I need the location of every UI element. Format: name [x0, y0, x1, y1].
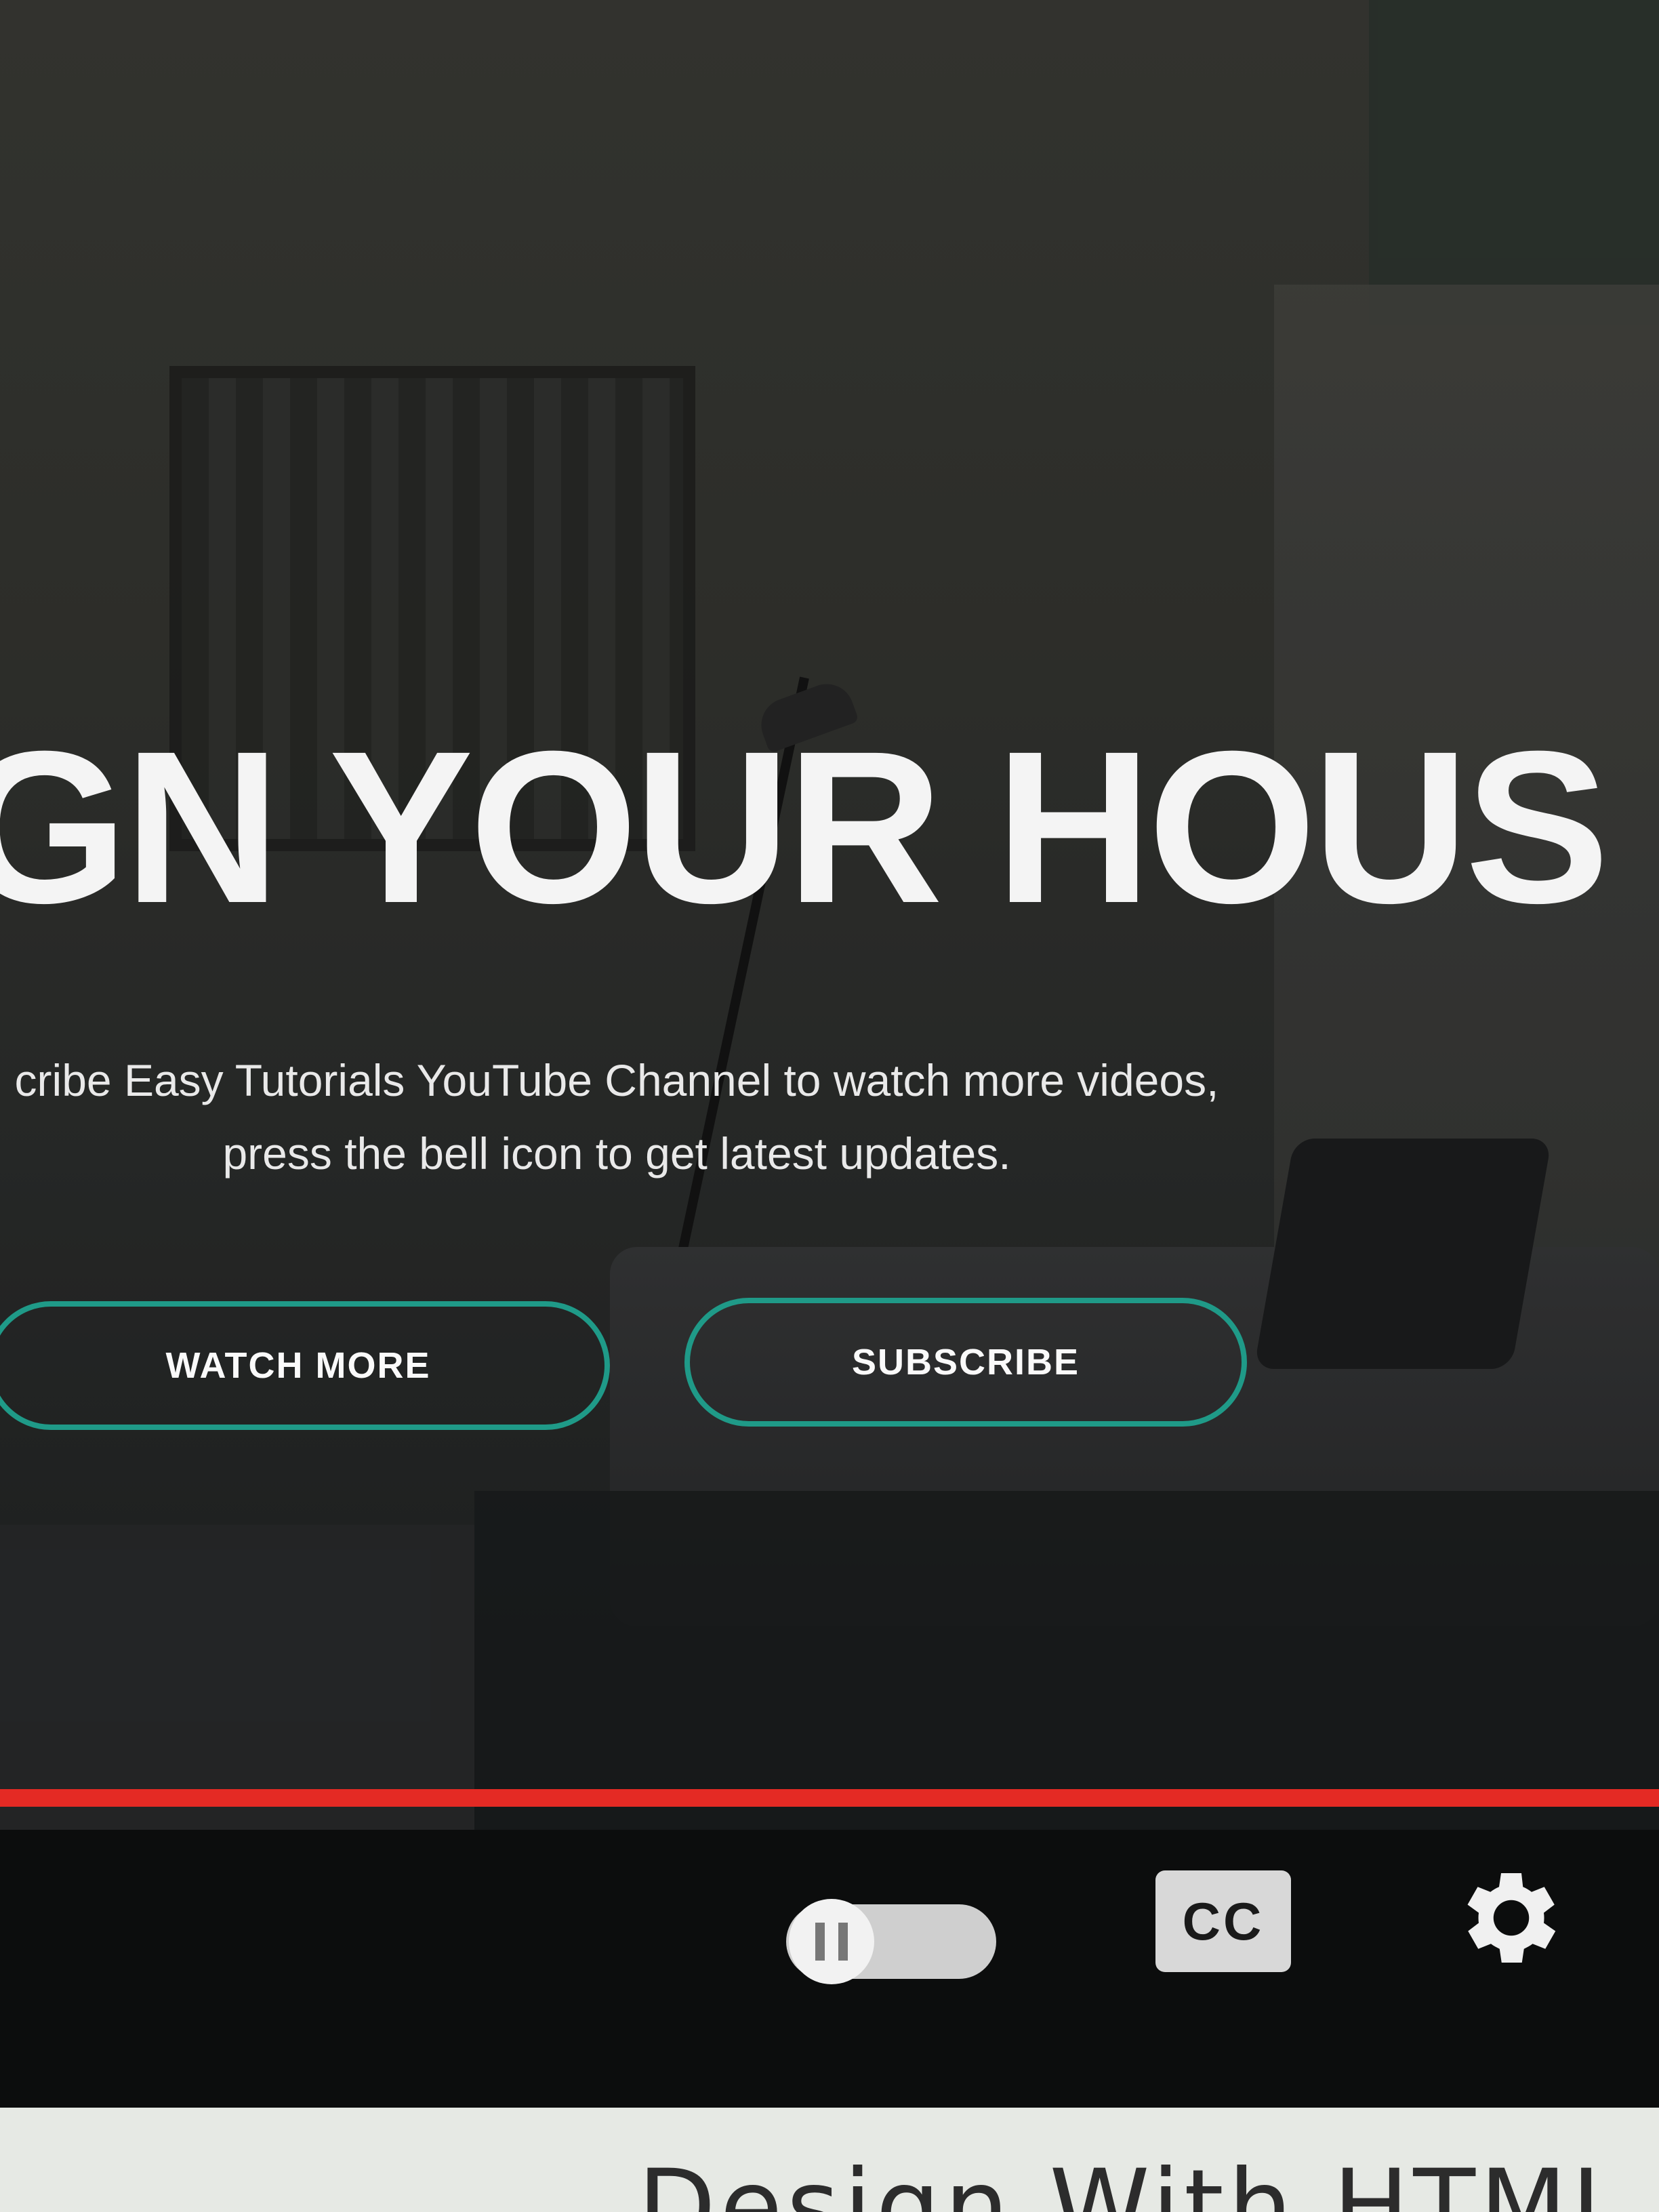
hero-subtitle-line1: cribe Easy Tutorials YouTube Channel to … [14, 1055, 1219, 1105]
autoplay-toggle-icon [789, 1899, 874, 1984]
progress-fill [0, 1789, 1659, 1807]
autoplay-toggle[interactable] [786, 1899, 996, 1984]
settings-button[interactable] [1450, 1857, 1572, 1979]
below-player-area: Design With HTML [0, 2108, 1659, 2212]
video-title[interactable]: Design With HTML [638, 2148, 1632, 2212]
pause-icon [815, 1923, 848, 1961]
hero-subtitle-line2: press the bell icon to get latest update… [222, 1128, 1011, 1179]
subscribe-button[interactable]: SUBSCRIBE [684, 1298, 1247, 1427]
watch-more-button[interactable]: WATCH MORE [0, 1301, 610, 1430]
player-controls: CC [0, 1830, 1659, 2108]
progress-bar[interactable] [0, 1789, 1659, 1807]
cc-button[interactable]: CC [1155, 1870, 1291, 1972]
hero-title: GN YOUR HOUS [0, 705, 1610, 948]
gear-icon [1467, 1873, 1556, 1963]
hero-subtitle: cribe Easy Tutorials YouTube Channel to … [0, 1044, 1355, 1190]
